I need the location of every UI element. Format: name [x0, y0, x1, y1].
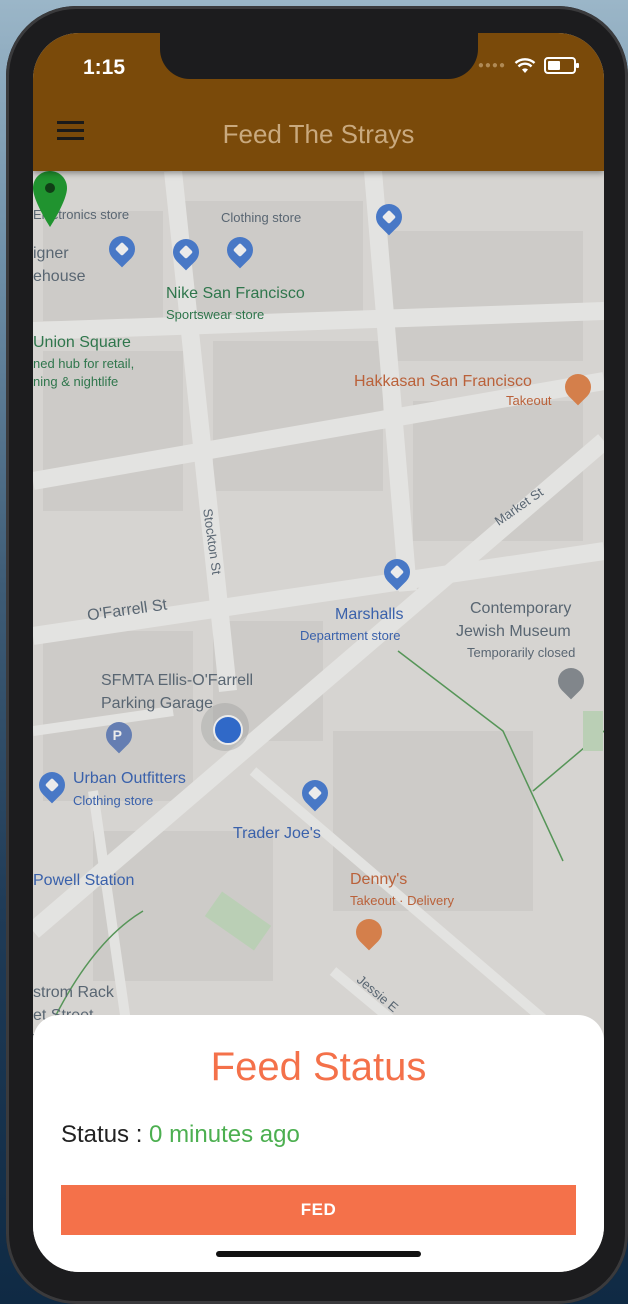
map-label-urban: Urban Outfitters	[73, 770, 186, 787]
map-label-union-sub2: ning & nightlife	[33, 374, 119, 389]
map-label-union-square: Union Square	[33, 334, 131, 351]
map-label-traderjoes: Trader Joe's	[233, 825, 321, 842]
map-label-sfmta1: SFMTA Ellis-O'Farrell	[101, 672, 254, 689]
notch	[160, 33, 478, 79]
map-label-nike-sub: Sportswear store	[166, 307, 265, 322]
status-value: 0 minutes ago	[149, 1121, 300, 1148]
map-label-union-sub1: ned hub for retail,	[33, 356, 135, 371]
map-pin-icon[interactable]	[33, 171, 67, 227]
map-label-cjm2: Jewish Museum	[456, 623, 571, 640]
map-label-rack1: strom Rack	[33, 984, 114, 1001]
map-label-marshalls-sub: Department store	[300, 628, 401, 643]
map-label-hakkasan-sub: Takeout	[506, 393, 552, 408]
map-label-dennys-sub: Takeout · Delivery	[350, 893, 455, 908]
fed-button[interactable]: FED	[61, 1185, 576, 1235]
map-label-marshalls: Marshalls	[335, 606, 404, 623]
map-label-cjm1: Contemporary	[470, 600, 572, 617]
map-view[interactable]: Electronics store Clothing store igner e…	[33, 171, 604, 1071]
app-title: Feed The Strays	[222, 119, 415, 149]
status-time: 1:15	[83, 56, 126, 79]
phone-screen: Electronics store Clothing store igner e…	[33, 33, 604, 1272]
map-label-designer: igner	[33, 245, 69, 262]
map-label-hakkasan: Hakkasan San Francisco	[354, 373, 532, 390]
map-label-nike: Nike San Francisco	[166, 285, 305, 302]
map-label-powell: Powell Station	[33, 872, 135, 889]
status-label: Status :	[61, 1121, 150, 1148]
map-label-warehouse: ehouse	[33, 268, 86, 285]
feed-status-sheet: Feed Status Status : 0 minutes ago FED	[33, 1015, 604, 1272]
signal-icon: ●●●●	[477, 60, 506, 71]
map-label-cjm-sub: Temporarily closed	[467, 645, 576, 660]
status-icons: ●●●●	[477, 57, 579, 74]
map-label-dennys: Denny's	[350, 871, 408, 888]
status-row: Status : 0 minutes ago	[61, 1121, 300, 1149]
map-label-clothing: Clothing store	[221, 210, 302, 225]
wifi-icon	[514, 57, 536, 73]
map-label-sfmta2: Parking Garage	[101, 695, 214, 712]
current-location-dot	[201, 703, 249, 751]
home-indicator	[216, 1251, 421, 1257]
map-label-urban-sub: Clothing store	[73, 793, 154, 808]
sheet-title: Feed Status	[210, 1045, 427, 1089]
battery-icon	[544, 57, 579, 74]
